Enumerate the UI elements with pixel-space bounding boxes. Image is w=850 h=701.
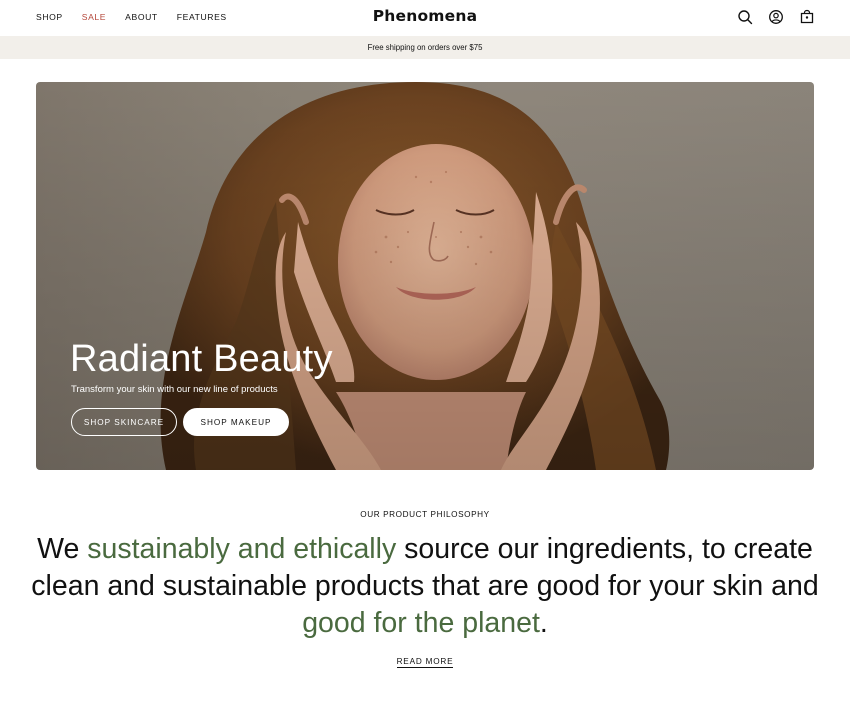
read-more-link[interactable]: READ MORE	[396, 657, 454, 668]
statement-highlight: good for the planet	[302, 607, 540, 639]
header-icons	[737, 9, 815, 25]
statement-highlight: sustainably and ethically	[87, 533, 397, 565]
read-more-container: READ MORE	[0, 651, 850, 669]
philosophy-statement: We sustainably and ethically source our …	[30, 531, 820, 642]
site-logo[interactable]: Phenomena	[0, 7, 850, 25]
account-icon[interactable]	[768, 9, 784, 25]
site-header: SHOP SALE ABOUT FEATURES Phenomena	[0, 0, 850, 36]
statement-text: .	[539, 607, 548, 639]
cart-icon[interactable]	[799, 9, 815, 25]
hero-title: Radiant Beauty	[70, 338, 333, 380]
philosophy-eyebrow: OUR PRODUCT PHILOSOPHY	[360, 510, 490, 519]
shop-makeup-button[interactable]: SHOP MAKEUP	[183, 408, 289, 436]
hero-banner: Radiant Beauty Transform your skin with …	[36, 82, 814, 470]
announcement-bar: Free shipping on orders over $75	[0, 36, 850, 59]
hero-subtitle: Transform your skin with our new line of…	[71, 384, 278, 395]
search-icon[interactable]	[737, 9, 753, 25]
statement-text: We	[37, 533, 88, 565]
shop-skincare-button[interactable]: SHOP SKINCARE	[71, 408, 177, 436]
